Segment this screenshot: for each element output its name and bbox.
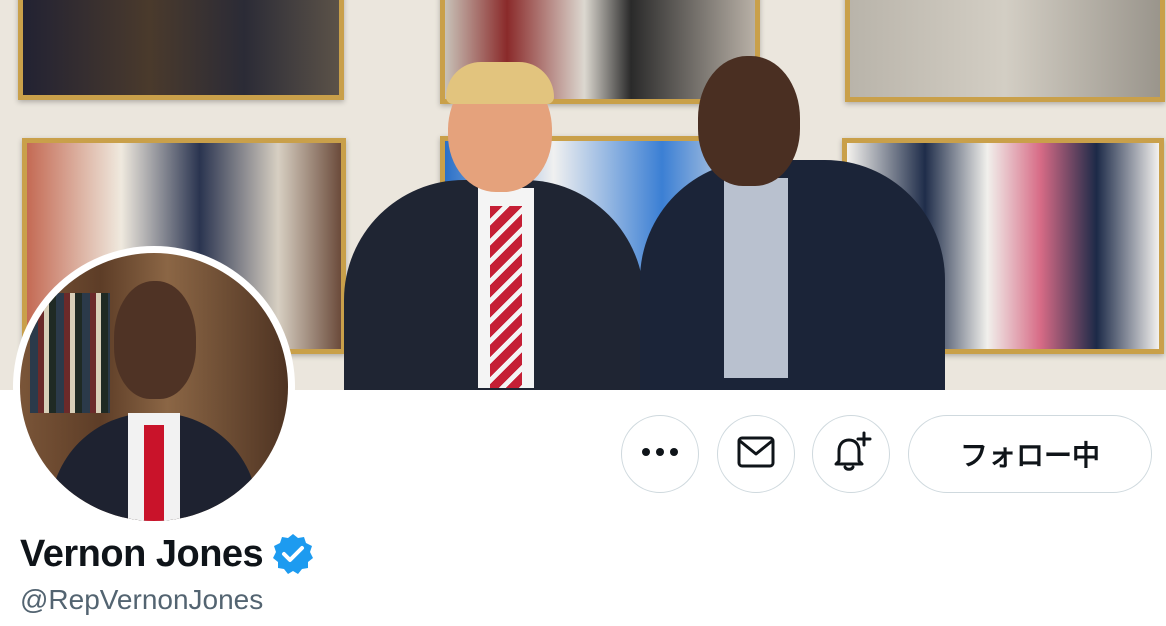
person-left-hair [446, 62, 554, 104]
bookshelf [30, 293, 110, 413]
more-button[interactable] [621, 415, 699, 493]
envelope-icon [737, 436, 775, 473]
notifications-button[interactable] [812, 415, 890, 493]
verified-badge-icon [271, 532, 315, 576]
display-name: Vernon Jones [20, 532, 264, 575]
framed-photo [845, 0, 1165, 102]
avatar-head [114, 281, 196, 399]
following-button[interactable]: フォロー中 [908, 415, 1152, 493]
framed-photo [18, 0, 344, 100]
bell-plus-icon [829, 430, 873, 479]
message-button[interactable] [717, 415, 795, 493]
avatar-tie [144, 425, 164, 521]
person-right-suit [640, 160, 945, 390]
person-left-tie [490, 206, 522, 388]
profile-name-row: Vernon Jones [20, 528, 315, 580]
more-horizontal-icon [640, 445, 680, 463]
person-right-shirt [724, 178, 788, 378]
profile-handle: @RepVernonJones [20, 584, 264, 615]
avatar-photo [20, 253, 288, 521]
person-right-head [698, 56, 800, 186]
avatar[interactable] [13, 246, 295, 528]
